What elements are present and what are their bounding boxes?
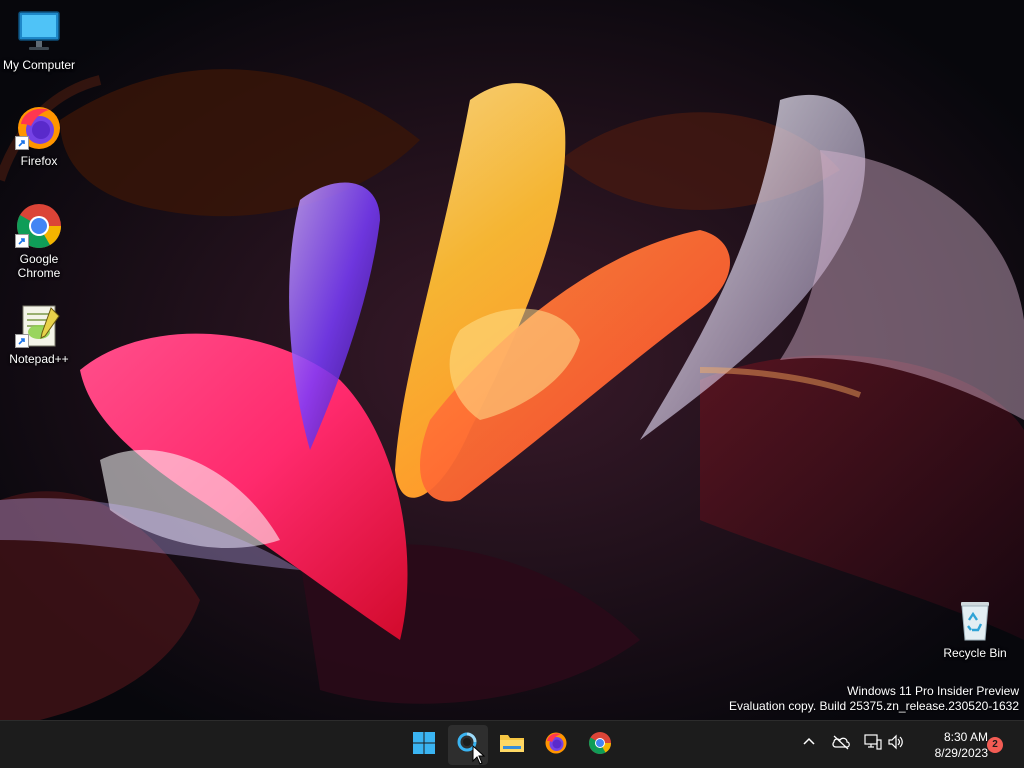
clock-date: 8/29/2023	[934, 746, 988, 760]
firefox-icon	[544, 731, 568, 760]
desktop-icon-label: My Computer	[2, 58, 76, 72]
chevron-up-icon	[802, 735, 816, 754]
clock-time: 8:30 AM	[943, 730, 988, 744]
watermark-edition: Windows 11 Pro Insider Preview	[847, 684, 1019, 698]
wallpaper-bloom	[0, 0, 1024, 720]
taskbar: 8:30 AM 8/29/2023 2	[0, 720, 1024, 768]
windows-start-icon	[412, 731, 436, 760]
network-button[interactable]	[862, 733, 884, 755]
firefox-taskbar-button[interactable]	[536, 725, 576, 765]
desktop-icon-recycle-bin[interactable]: Recycle Bin	[936, 596, 1014, 660]
chrome-taskbar-button[interactable]	[580, 725, 620, 765]
shortcut-arrow-icon	[15, 234, 29, 248]
desktop[interactable]: My Computer Firefox Google Chrome Notepa…	[0, 0, 1024, 720]
start-button[interactable]	[404, 725, 444, 765]
desktop-icon-notepad-plus-plus[interactable]: Notepad++	[0, 302, 78, 366]
desktop-icon-my-computer[interactable]: My Computer	[0, 8, 78, 72]
desktop-icon-label: Recycle Bin	[943, 646, 1007, 660]
volume-icon	[887, 734, 905, 755]
show-hidden-icons-button[interactable]	[798, 733, 820, 755]
onedrive-status-button[interactable]	[830, 733, 852, 755]
search-button[interactable]	[448, 725, 488, 765]
firefox-icon	[15, 104, 63, 152]
cloud-offline-icon	[831, 734, 851, 755]
desktop-icon-label: Google Chrome	[17, 252, 61, 280]
clock-button[interactable]: 8:30 AM 8/29/2023	[914, 729, 988, 761]
shortcut-arrow-icon	[15, 136, 29, 150]
monitor-icon	[15, 8, 63, 56]
windows-watermark: Windows 11 Pro Insider Preview Evaluatio…	[729, 684, 1019, 714]
file-explorer-icon	[499, 731, 525, 760]
chrome-icon	[15, 202, 63, 250]
desktop-icon-google-chrome[interactable]: Google Chrome	[0, 202, 78, 280]
volume-button[interactable]	[885, 733, 907, 755]
watermark-build: Evaluation copy. Build 25375.zn_release.…	[729, 699, 1019, 713]
desktop-icon-label: Firefox	[20, 154, 58, 168]
network-icon	[864, 733, 882, 755]
desktop-icon-label: Notepad++	[9, 352, 69, 366]
desktop-icon-firefox[interactable]: Firefox	[0, 104, 78, 168]
notification-badge[interactable]: 2	[987, 737, 1003, 753]
recycle-bin-icon	[951, 596, 999, 644]
chrome-icon	[588, 731, 612, 760]
file-explorer-button[interactable]	[492, 725, 532, 765]
shortcut-arrow-icon	[15, 334, 29, 348]
notepadpp-icon	[15, 302, 63, 350]
search-icon	[456, 731, 480, 760]
